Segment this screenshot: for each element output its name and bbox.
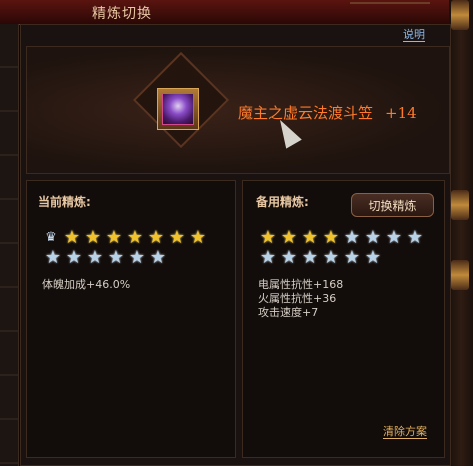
- item-level: +14: [385, 104, 417, 122]
- backup-stars-row-2: ★ ★ ★ ★ ★ ★: [259, 249, 382, 269]
- help-link[interactable]: 说明: [403, 28, 425, 42]
- side-gem: [451, 190, 469, 220]
- side-gem: [451, 260, 469, 290]
- star-filled-icon: ★: [322, 227, 340, 248]
- star-filled-icon: ★: [189, 227, 207, 248]
- clear-plan-link[interactable]: 清除方案: [383, 425, 427, 439]
- current-stars-row-2: ★ ★ ★ ★ ★ ★: [44, 249, 167, 269]
- backup-stat-line: 电属性抗性+168: [258, 278, 344, 291]
- current-stat-line: 体魄加成+46.0%: [42, 278, 131, 291]
- item-name: 魔主之虚云法渡斗笠 +14: [238, 102, 417, 123]
- star-empty-icon: ★: [322, 247, 340, 268]
- star-filled-icon: ★: [147, 227, 165, 248]
- side-gem: [451, 0, 469, 30]
- star-filled-icon: ★: [126, 227, 144, 248]
- title-ornament: [350, 2, 430, 26]
- right-side-decoration: [449, 0, 473, 466]
- star-empty-icon: ★: [406, 227, 424, 248]
- star-filled-icon: ★: [259, 227, 277, 248]
- crown-icon: ♛: [45, 230, 57, 245]
- helmet-icon: [162, 93, 194, 125]
- current-refine-box: [26, 180, 236, 458]
- star-empty-icon: ★: [364, 247, 382, 268]
- star-empty-icon: ★: [44, 247, 62, 268]
- star-filled-icon: ★: [105, 227, 123, 248]
- window-title: 精炼切换: [92, 6, 152, 22]
- star-empty-icon: ★: [149, 247, 167, 268]
- star-filled-icon: ★: [63, 227, 81, 248]
- star-empty-icon: ★: [107, 247, 125, 268]
- current-refine-title: 当前精炼:: [38, 195, 91, 209]
- left-side-list: [0, 24, 19, 466]
- star-empty-icon: ★: [385, 227, 403, 248]
- backup-refine-title: 备用精炼:: [256, 195, 309, 209]
- star-filled-icon: ★: [168, 227, 186, 248]
- item-slot[interactable]: [157, 88, 199, 130]
- star-empty-icon: ★: [259, 247, 277, 268]
- star-empty-icon: ★: [301, 247, 319, 268]
- title-bar: 精炼切换: [0, 0, 473, 26]
- star-empty-icon: ★: [364, 227, 382, 248]
- star-empty-icon: ★: [65, 247, 83, 268]
- star-empty-icon: ★: [343, 247, 361, 268]
- item-name-text: 魔主之虚云法渡斗笠: [238, 104, 374, 122]
- current-stars-row-1: ♛ ★ ★ ★ ★ ★ ★ ★: [42, 229, 207, 249]
- star-filled-icon: ★: [280, 227, 298, 248]
- star-filled-icon: ★: [84, 227, 102, 248]
- backup-stars-row-1: ★ ★ ★ ★ ★ ★ ★ ★: [259, 229, 424, 249]
- star-empty-icon: ★: [86, 247, 104, 268]
- star-filled-icon: ★: [301, 227, 319, 248]
- star-empty-icon: ★: [343, 227, 361, 248]
- star-empty-icon: ★: [280, 247, 298, 268]
- backup-stat-line: 攻击速度+7: [258, 306, 319, 319]
- star-empty-icon: ★: [128, 247, 146, 268]
- backup-stat-line: 火属性抗性+36: [258, 292, 337, 305]
- switch-refine-button[interactable]: 切换精炼: [351, 193, 434, 217]
